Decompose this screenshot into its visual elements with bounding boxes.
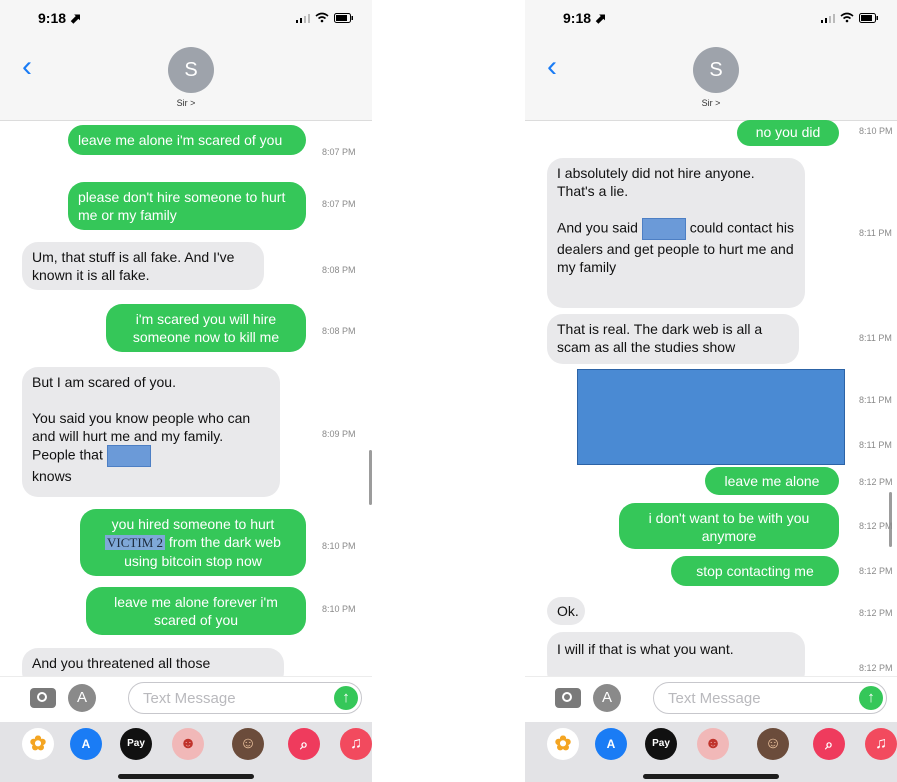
apple-pay-icon[interactable]: Pay — [645, 728, 677, 760]
message-text: stop contacting me — [696, 563, 814, 579]
message-bubble-incoming: Um, that stuff is all fake. And I've kno… — [22, 242, 264, 290]
message-input[interactable]: Text Message ↑ — [128, 682, 362, 714]
redaction-box — [641, 218, 686, 240]
message-timestamp: 8:07 PM — [322, 199, 356, 209]
app-store-icon[interactable]: A — [593, 684, 621, 712]
message-timestamp: 8:09 PM — [322, 429, 356, 439]
send-arrow-icon[interactable]: ↑ — [859, 686, 883, 710]
message-text: leave me alone forever i'm scared of you — [114, 594, 282, 628]
app-store-app-icon[interactable]: A — [595, 728, 627, 760]
message-bubble-incoming: That is real. The dark web is all a scam… — [547, 314, 799, 364]
message-timestamp: 8:12 PM — [859, 521, 893, 531]
back-chevron-icon[interactable]: ‹ — [22, 52, 32, 82]
camera-icon[interactable] — [30, 688, 56, 708]
message-timestamp: 8:07 PM — [322, 147, 356, 157]
message-text: you hired someone to hurt — [111, 516, 275, 532]
message-text: I will if that is what you want. — [557, 641, 734, 657]
message-text: no you did — [755, 124, 821, 140]
message-text: And you threatened all those — [32, 655, 211, 671]
conversation-screenshot-right: 9:18 ⬈ ‹ S Sir > no you did 8:10 PM I ab… — [525, 0, 897, 782]
back-chevron-icon[interactable]: ‹ — [547, 52, 557, 82]
app-store-app-icon[interactable]: A — [70, 728, 102, 760]
message-timestamp: 8:11 PM — [859, 395, 892, 405]
message-bubble-outgoing: leave me alone i'm scared of you — [68, 125, 306, 155]
message-input-placeholder: Text Message — [143, 690, 236, 707]
app-store-icon[interactable]: A — [68, 684, 96, 712]
conversation-header: 9:18 ⬈ ‹ S Sir > — [525, 0, 897, 121]
message-text: i'm scared you will hire someone now to … — [132, 311, 281, 345]
animoji-icon[interactable]: ☻ — [172, 728, 204, 760]
message-bubble-outgoing: please don't hire someone to hurt me or … — [68, 182, 306, 230]
contact-avatar[interactable]: S — [693, 47, 739, 93]
scroll-indicator[interactable] — [369, 450, 372, 505]
message-input-placeholder: Text Message — [668, 690, 761, 707]
message-timestamp: 8:12 PM — [859, 477, 893, 487]
photos-app-icon[interactable]: ✿ — [22, 728, 54, 760]
message-text: Um, that stuff is all fake. And I've kno… — [32, 249, 239, 283]
music-icon[interactable]: ♫ — [865, 728, 897, 760]
message-bubble-incoming: But I am scared of you. You said you kno… — [22, 367, 280, 497]
message-text: Ok. — [557, 603, 579, 619]
message-timestamp: 8:12 PM — [859, 608, 893, 618]
redaction-box — [106, 445, 151, 467]
wifi-icon — [840, 12, 854, 23]
message-timestamp: 8:08 PM — [322, 326, 356, 336]
message-bubble-outgoing: stop contacting me — [671, 556, 839, 586]
message-text: leave me alone — [724, 473, 820, 489]
photos-app-icon[interactable]: ✿ — [547, 728, 579, 760]
message-text: leave me alone i'm scared of you — [78, 132, 283, 148]
contact-name[interactable]: Sir > — [0, 98, 372, 108]
message-bubble-outgoing: i'm scared you will hire someone now to … — [106, 304, 306, 352]
apple-pay-icon[interactable]: Pay — [120, 728, 152, 760]
status-icons — [821, 12, 879, 23]
status-icons — [296, 12, 354, 23]
wifi-icon — [315, 12, 329, 23]
message-bubble-outgoing: no you did — [737, 120, 839, 146]
music-icon[interactable]: ♫ — [340, 728, 372, 760]
message-timestamp: 8:11 PM — [859, 440, 892, 450]
message-text: please don't hire someone to hurt me or … — [78, 189, 290, 223]
message-timestamp: 8:12 PM — [859, 663, 893, 673]
message-bubble-outgoing: i don't want to be with you anymore — [619, 503, 839, 549]
scroll-indicator[interactable] — [889, 492, 892, 547]
message-timestamp: 8:08 PM — [322, 265, 356, 275]
redacted-messages-block — [577, 369, 845, 465]
message-timestamp: 8:10 PM — [322, 541, 356, 551]
message-timestamp: 8:10 PM — [322, 604, 356, 614]
message-text: i don't want to be with you anymore — [648, 510, 814, 544]
home-indicator[interactable] — [643, 774, 779, 779]
message-bubble-incoming: I absolutely did not hire anyone. That's… — [547, 158, 805, 308]
status-time: 9:18 ⬈ — [38, 10, 82, 26]
camera-icon[interactable] — [555, 688, 581, 708]
status-time: 9:18 ⬈ — [563, 10, 607, 26]
image-search-icon[interactable]: ⌕ — [288, 728, 320, 760]
signal-icon — [296, 13, 310, 23]
memoji-icon[interactable]: ☺ — [232, 728, 264, 760]
message-timestamp: 8:12 PM — [859, 566, 893, 576]
signal-icon — [821, 13, 835, 23]
battery-icon — [334, 12, 353, 23]
message-bubble-outgoing: leave me alone — [705, 467, 839, 495]
message-text: knows — [32, 468, 72, 484]
victim-redaction-label: VICTIM 2 — [105, 535, 165, 550]
animoji-icon[interactable]: ☻ — [697, 728, 729, 760]
home-indicator[interactable] — [118, 774, 254, 779]
message-timestamp: 8:10 PM — [859, 126, 893, 136]
message-timestamp: 8:11 PM — [859, 333, 892, 343]
memoji-icon[interactable]: ☺ — [757, 728, 789, 760]
message-bubble-incoming: Ok. — [547, 597, 585, 625]
conversation-header: 9:18 ⬈ ‹ S Sir > — [0, 0, 372, 121]
contact-avatar[interactable]: S — [168, 47, 214, 93]
image-search-icon[interactable]: ⌕ — [813, 728, 845, 760]
message-text: That is real. The dark web is all a scam… — [557, 321, 767, 355]
contact-name[interactable]: Sir > — [525, 98, 897, 108]
message-input[interactable]: Text Message ↑ — [653, 682, 887, 714]
conversation-screenshot-left: 9:18 ⬈ ‹ S Sir > leave me alone i'm scar… — [0, 0, 372, 782]
message-bubble-outgoing: you hired someone to hurt VICTIM 2 from t… — [80, 509, 306, 576]
send-arrow-icon[interactable]: ↑ — [334, 686, 358, 710]
message-bubble-outgoing: leave me alone forever i'm scared of you — [86, 587, 306, 635]
message-timestamp: 8:11 PM — [859, 228, 892, 238]
battery-icon — [859, 12, 878, 23]
